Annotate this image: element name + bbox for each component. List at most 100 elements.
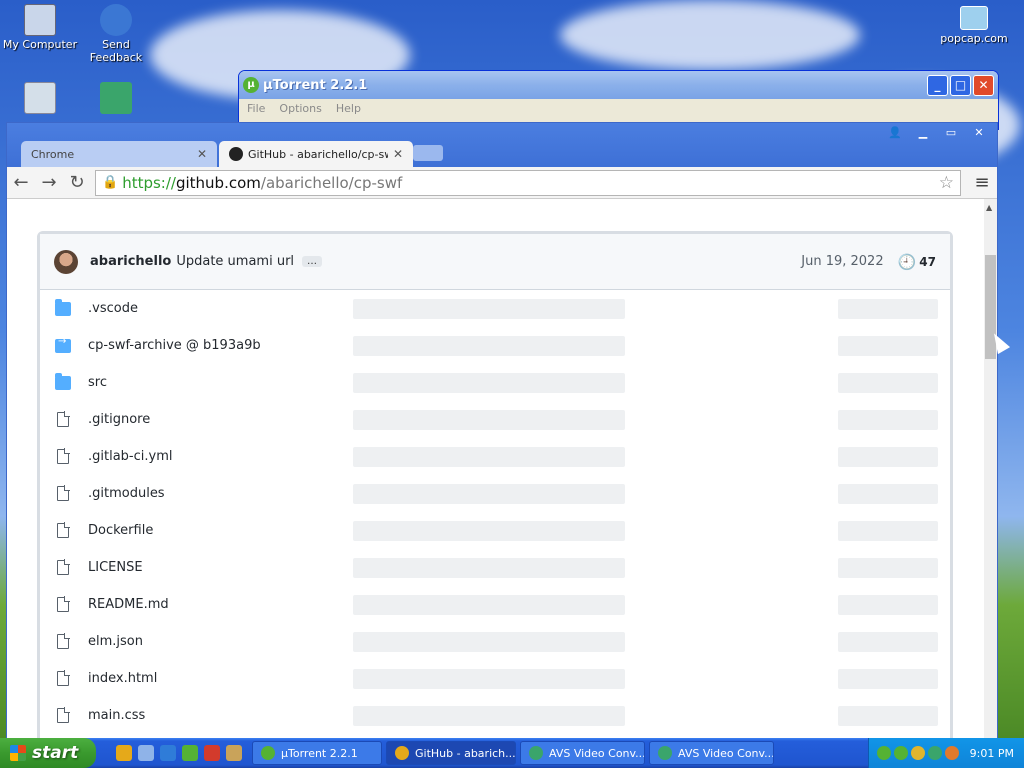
menu-options[interactable]: Options bbox=[279, 102, 321, 115]
file-name-link[interactable]: main.css bbox=[88, 708, 338, 723]
file-name-link[interactable]: Dockerfile bbox=[88, 523, 338, 538]
commit-author[interactable]: abarichello bbox=[90, 254, 171, 269]
loading-placeholder bbox=[353, 705, 625, 726]
app-icon bbox=[529, 746, 543, 760]
loading-placeholder bbox=[838, 557, 938, 578]
taskbar-button[interactable]: µTorrent 2.2.1 bbox=[252, 741, 382, 765]
ie-icon[interactable] bbox=[160, 745, 176, 761]
reload-icon[interactable]: ↻ bbox=[63, 172, 91, 193]
loading-placeholder bbox=[353, 372, 625, 393]
utorrent-icon[interactable] bbox=[182, 745, 198, 761]
tab-github[interactable]: GitHub - abarichello/cp-swf ✕ bbox=[219, 141, 413, 167]
file-row[interactable]: .vscode bbox=[40, 290, 950, 327]
taskbar-button[interactable]: GitHub - abarich... bbox=[386, 741, 516, 765]
file-row[interactable]: .gitmodules bbox=[40, 475, 950, 512]
new-tab-button[interactable] bbox=[413, 145, 443, 161]
file-icon bbox=[57, 448, 70, 464]
app-icon[interactable] bbox=[204, 745, 220, 761]
file-name-link[interactable]: .gitignore bbox=[88, 412, 338, 427]
lock-icon: 🔒 bbox=[102, 175, 119, 190]
url-scheme: https:// bbox=[122, 173, 176, 192]
file-row[interactable]: Dockerfile bbox=[40, 512, 950, 549]
file-name-link[interactable]: index.html bbox=[88, 671, 338, 686]
taskbar-button[interactable]: AVS Video Conv... bbox=[649, 741, 774, 765]
taskbar-button[interactable]: AVS Video Conv... bbox=[520, 741, 645, 765]
chrome-menu-icon[interactable]: ≡ bbox=[967, 172, 997, 193]
address-bar[interactable]: 🔒 https:// github.com /abarichello/cp-sw… bbox=[95, 169, 961, 196]
desktop-icon-recycle-bin[interactable] bbox=[0, 82, 80, 116]
file-row[interactable]: main.css bbox=[40, 697, 950, 734]
file-row[interactable]: elm.json bbox=[40, 623, 950, 660]
maximize-button[interactable]: ▭ bbox=[939, 126, 963, 140]
tab-close-icon[interactable]: ✕ bbox=[393, 147, 403, 161]
avatar[interactable] bbox=[54, 249, 78, 274]
commit-count[interactable]: 47 bbox=[919, 255, 936, 269]
page-viewport: abarichello Update umami url … Jun 19, 2… bbox=[7, 199, 985, 739]
scrollbar[interactable]: ▲ bbox=[984, 199, 997, 739]
file-name-link[interactable]: src bbox=[88, 375, 338, 390]
taskbar: start µTorrent 2.2.1 GitHub - abarich... A… bbox=[0, 738, 1024, 768]
file-name-link[interactable]: elm.json bbox=[88, 634, 338, 649]
file-row[interactable]: .gitlab-ci.yml bbox=[40, 438, 950, 475]
file-name-link[interactable]: .gitmodules bbox=[88, 486, 338, 501]
tray-app-icon[interactable] bbox=[927, 746, 942, 760]
loading-placeholder bbox=[353, 594, 625, 615]
start-button[interactable]: start bbox=[0, 738, 96, 768]
app-icon[interactable] bbox=[226, 745, 242, 761]
task-buttons: µTorrent 2.2.1 GitHub - abarich... AVS Vid… bbox=[252, 741, 778, 765]
utorrent-tray-icon[interactable] bbox=[893, 746, 908, 760]
file-row[interactable]: README.md bbox=[40, 586, 950, 623]
desktop-icon-send-feedback[interactable]: Send Feedback bbox=[76, 4, 156, 64]
file-row[interactable]: .gitignore bbox=[40, 401, 950, 438]
minimize-button[interactable]: _ bbox=[927, 74, 948, 96]
file-name-link[interactable]: cp-swf-archive @ b193a9b bbox=[88, 338, 338, 353]
file-row[interactable]: cp-swf-archive @ b193a9b bbox=[40, 327, 950, 364]
file-icon bbox=[57, 559, 70, 575]
desktop-icon-popcap[interactable]: popcap.com bbox=[934, 6, 1014, 45]
file-row[interactable]: index.html bbox=[40, 660, 950, 697]
utorrent-titlebar[interactable]: µ µTorrent 2.2.1 _ □ ✕ bbox=[239, 71, 998, 99]
repo-file-browser: abarichello Update umami url … Jun 19, 2… bbox=[37, 231, 953, 739]
tab-chrome[interactable]: Chrome ✕ bbox=[21, 141, 217, 167]
file-name-link[interactable]: .gitlab-ci.yml bbox=[88, 449, 338, 464]
file-name-link[interactable]: LICENSE bbox=[88, 560, 338, 575]
loading-placeholder bbox=[838, 298, 938, 319]
loading-placeholder bbox=[353, 668, 625, 689]
expand-commit-button[interactable]: … bbox=[302, 256, 323, 267]
shortcut-icon bbox=[100, 82, 132, 114]
clock: 9:01 PM bbox=[969, 746, 1014, 760]
close-button[interactable]: ✕ bbox=[973, 74, 994, 96]
file-name-link[interactable]: README.md bbox=[88, 597, 338, 612]
loading-placeholder bbox=[353, 409, 625, 430]
show-desktop-icon[interactable] bbox=[138, 745, 154, 761]
utorrent-window[interactable]: µ µTorrent 2.2.1 _ □ ✕ File Options Help bbox=[238, 70, 999, 130]
loading-placeholder bbox=[838, 520, 938, 541]
github-icon bbox=[229, 147, 243, 161]
chrome-tabstrip[interactable]: 👤 ▁ ▭ ✕ Chrome ✕ GitHub - abarichello/cp… bbox=[7, 123, 997, 167]
profile-icon[interactable]: 👤 bbox=[883, 126, 907, 140]
history-icon[interactable]: 🕘 bbox=[898, 253, 917, 271]
close-button[interactable]: ✕ bbox=[967, 126, 991, 140]
menu-file[interactable]: File bbox=[247, 102, 265, 115]
desktop-icon-my-computer[interactable]: My Computer bbox=[0, 4, 80, 51]
loading-placeholder bbox=[838, 594, 938, 615]
file-row[interactable]: LICENSE bbox=[40, 549, 950, 586]
bookmark-star-icon[interactable]: ☆ bbox=[939, 173, 954, 193]
shield-icon[interactable] bbox=[910, 746, 925, 760]
utorrent-tray-icon[interactable] bbox=[876, 746, 891, 760]
desktop-icon-shortcut[interactable] bbox=[76, 82, 156, 116]
file-row[interactable]: src bbox=[40, 364, 950, 401]
maximize-button[interactable]: □ bbox=[950, 74, 971, 96]
chrome-icon[interactable] bbox=[116, 745, 132, 761]
commit-message[interactable]: Update umami url bbox=[176, 254, 294, 269]
forward-icon[interactable]: → bbox=[35, 172, 63, 193]
tab-close-icon[interactable]: ✕ bbox=[197, 147, 207, 161]
file-name-link[interactable]: .vscode bbox=[88, 301, 338, 316]
scroll-up-icon[interactable]: ▲ bbox=[986, 203, 992, 212]
minimize-button[interactable]: ▁ bbox=[911, 126, 935, 140]
menu-help[interactable]: Help bbox=[336, 102, 361, 115]
chrome-window[interactable]: 👤 ▁ ▭ ✕ Chrome ✕ GitHub - abarichello/cp… bbox=[6, 122, 998, 739]
back-icon[interactable]: ← bbox=[7, 172, 35, 193]
search-icon[interactable] bbox=[944, 746, 959, 760]
loading-placeholder bbox=[838, 446, 938, 467]
